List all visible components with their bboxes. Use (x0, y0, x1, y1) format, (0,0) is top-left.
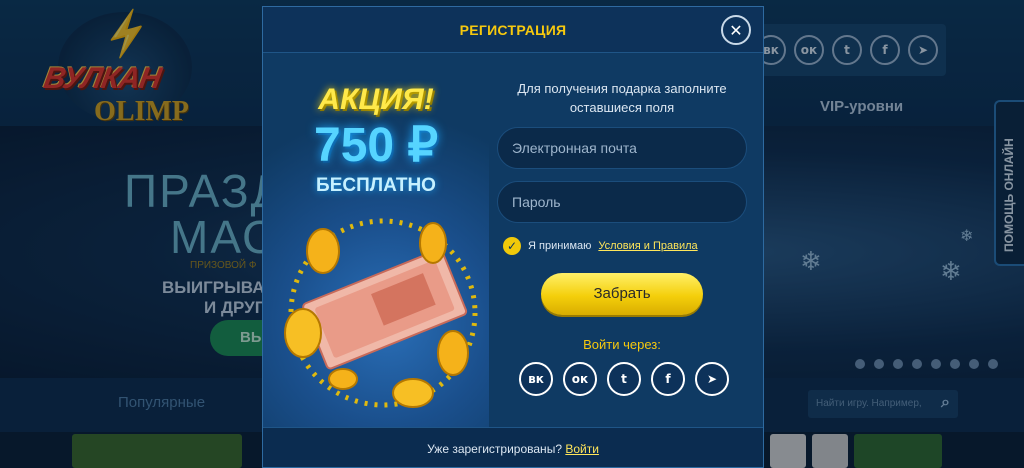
vk-icon: вк (528, 372, 544, 386)
close-icon: ✕ (729, 20, 743, 40)
password-input[interactable]: Пароль (497, 181, 747, 223)
modal-header: РЕГИСТРАЦИЯ ✕ (263, 7, 763, 53)
registration-modal: РЕГИСТРАЦИЯ ✕ АКЦИЯ! 750 ₽ БЕСПЛАТНО Для… (262, 6, 764, 468)
ok-login-button[interactable]: ок (563, 362, 597, 396)
terms-accept: ✓ Я принимаю Условия и Правила (503, 237, 698, 255)
vk-login-button[interactable]: вк (519, 362, 553, 396)
promo-free: БЕСПЛАТНО (316, 175, 436, 196)
modal-title: РЕГИСТРАЦИЯ (459, 22, 567, 38)
claim-button[interactable]: Забрать (541, 273, 703, 315)
promo-amount: 750 ₽ (314, 119, 438, 172)
facebook-icon: f (665, 372, 671, 386)
footer-question: Уже зарегистрированы? (427, 442, 562, 456)
login-link[interactable]: Войти (565, 442, 599, 456)
terms-checkbox[interactable]: ✓ (503, 237, 521, 255)
form-intro: Для получения подарка заполните оставшие… (517, 81, 727, 115)
telegram-login-button[interactable]: ➤ (695, 362, 729, 396)
telegram-icon: ➤ (706, 372, 718, 386)
promo-panel: АКЦИЯ! 750 ₽ БЕСПЛАТНО (263, 53, 489, 427)
social-login-title: Войти через: (583, 337, 661, 352)
ok-icon: ок (571, 372, 589, 386)
twitter-icon: t (621, 372, 627, 386)
terms-accept-label: Я принимаю (528, 240, 592, 252)
close-button[interactable]: ✕ (721, 15, 751, 45)
email-input[interactable]: Электронная почта (497, 127, 747, 169)
modal-footer: Уже зарегистрированы? Войти (263, 427, 763, 467)
promo-headline: АКЦИЯ! (318, 83, 434, 116)
twitter-login-button[interactable]: t (607, 362, 641, 396)
facebook-login-button[interactable]: f (651, 362, 685, 396)
social-login-buttons: вк ок t f ➤ (519, 362, 729, 396)
money-illustration (284, 218, 478, 408)
terms-link[interactable]: Условия и Правила (598, 240, 697, 252)
